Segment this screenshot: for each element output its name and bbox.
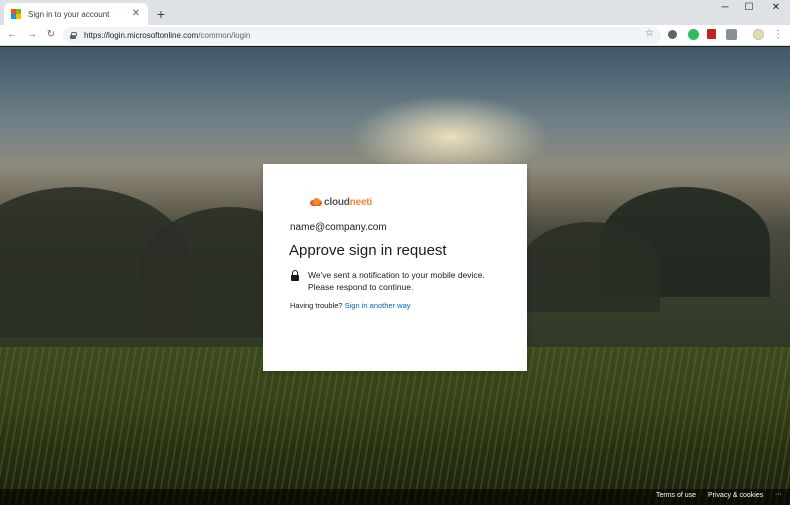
sign-in-another-way-link[interactable]: Sign in another way [345, 301, 411, 310]
page-title: Approve sign in request [289, 242, 447, 259]
cloud-logo-icon [310, 198, 323, 206]
page-footer: Terms of use Privacy & cookies ··· [0, 489, 790, 505]
reload-button[interactable]: ↻ [44, 28, 58, 42]
tab-strip: Sign in to your account ✕ + ─ ☐ ✕ [0, 0, 790, 25]
browser-toolbar: ← → ↻ https://login.microsoftonline.com/… [0, 25, 790, 46]
browser-menu-button[interactable]: ⋮ [772, 27, 784, 43]
forward-button[interactable]: → [25, 28, 39, 42]
more-options-button[interactable]: ··· [775, 491, 782, 498]
pdf-icon[interactable] [707, 29, 716, 39]
microsoft-logo-icon [11, 9, 21, 19]
profile-avatar-icon[interactable] [753, 29, 764, 40]
logo-text-accent: neeti [349, 196, 373, 208]
url-text: https://login.microsoftonline.com/common… [84, 31, 251, 40]
close-icon[interactable]: ✕ [130, 8, 142, 20]
trouble-prefix: Having trouble? [290, 301, 343, 310]
back-button[interactable]: ← [5, 28, 19, 42]
new-tab-button[interactable]: + [153, 6, 169, 22]
sign-in-card: cloudneeti name@company.com Approve sign… [263, 164, 527, 371]
tab-title: Sign in to your account [28, 9, 110, 19]
tab-sign-in[interactable]: Sign in to your account ✕ [4, 3, 148, 25]
notification-notice: We've sent a notification to your mobile… [290, 269, 510, 293]
account-email: name@company.com [290, 222, 387, 233]
maximize-button[interactable]: ☐ [736, 0, 762, 16]
evernote-icon[interactable] [688, 29, 699, 40]
notice-line-2: Please respond to continue. [308, 282, 414, 292]
bookmark-star-icon[interactable]: ☆ [645, 28, 654, 39]
lock-icon [290, 270, 300, 282]
extension-circle-icon[interactable] [668, 30, 677, 39]
window-close-button[interactable]: ✕ [763, 0, 789, 16]
privacy-cookies-link[interactable]: Privacy & cookies [708, 492, 763, 499]
mountain-center-right [520, 222, 660, 312]
drive-icon[interactable] [726, 29, 737, 40]
cloudneeti-logo: cloudneeti [310, 196, 372, 208]
logo-text-main: cloud [324, 196, 350, 208]
notice-line-1: We've sent a notification to your mobile… [308, 270, 485, 280]
minimize-button[interactable]: ─ [712, 0, 738, 16]
terms-of-use-link[interactable]: Terms of use [656, 492, 696, 499]
address-bar[interactable]: https://login.microsoftonline.com/common… [63, 27, 661, 44]
lock-icon[interactable] [70, 32, 77, 39]
trouble-row: Having trouble? Sign in another way [290, 301, 411, 310]
